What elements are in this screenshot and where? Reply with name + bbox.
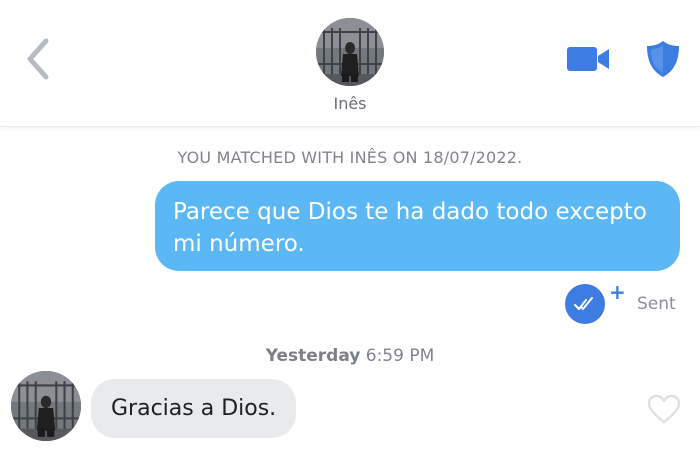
message-timestamp: Yesterday 6:59 PM — [0, 346, 700, 366]
sender-avatar[interactable] — [11, 371, 81, 441]
match-name[interactable]: Inês — [0, 94, 700, 113]
timestamp-time: 6:59 PM — [365, 346, 435, 366]
double-check-icon — [565, 284, 605, 324]
heart-outline-icon — [647, 394, 681, 424]
read-receipt-button[interactable] — [564, 283, 606, 325]
shield-icon — [647, 41, 679, 77]
video-call-button[interactable] — [565, 44, 613, 74]
sent-message-text: Parece que Dios te ha dado todo excepto … — [173, 199, 647, 257]
match-notice: YOU MATCHED WITH INÊS ON 18/07/2022. — [177, 148, 523, 167]
received-message-bubble[interactable]: Gracias a Dios. — [91, 379, 297, 438]
like-message-button[interactable] — [646, 393, 682, 425]
avatar-photo — [316, 18, 384, 86]
video-camera-icon — [567, 47, 609, 71]
received-message-text: Gracias a Dios. — [111, 396, 277, 421]
chat-header: Inês — [0, 0, 700, 127]
read-receipt-plus[interactable]: + — [609, 282, 626, 302]
match-avatar[interactable] — [316, 18, 384, 86]
safety-button[interactable] — [644, 39, 682, 79]
chevron-left-icon — [27, 38, 49, 80]
avatar-photo — [11, 371, 81, 441]
sent-message-bubble[interactable]: Parece que Dios te ha dado todo excepto … — [155, 181, 680, 271]
sent-status: Sent — [637, 294, 676, 314]
timestamp-day: Yesterday — [265, 346, 361, 366]
back-button[interactable] — [22, 36, 54, 82]
